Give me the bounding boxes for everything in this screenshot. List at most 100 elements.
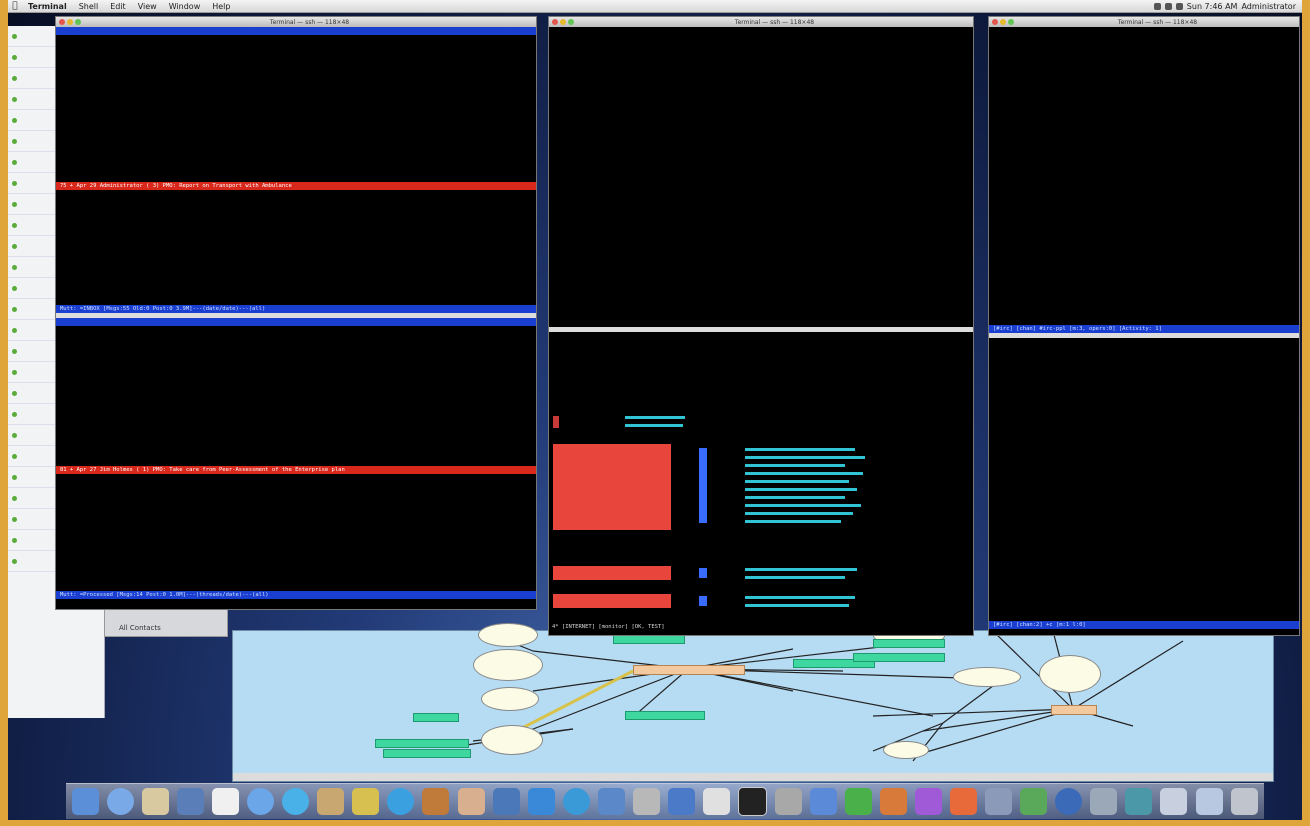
graph-hub-node[interactable] xyxy=(1051,705,1097,715)
menu-clock[interactable]: Sun 7:46 AM xyxy=(1187,2,1238,11)
mail-row[interactable] xyxy=(56,424,536,431)
mail-row[interactable] xyxy=(56,98,536,105)
mail-row[interactable] xyxy=(56,119,536,126)
mail-row[interactable] xyxy=(56,445,536,452)
terminal-icon[interactable] xyxy=(737,787,767,816)
graph-node[interactable] xyxy=(481,725,543,755)
photos-icon[interactable] xyxy=(317,788,345,815)
menu-view[interactable]: View xyxy=(132,2,163,11)
minimize-icon[interactable] xyxy=(1000,19,1006,25)
selected-mail-row[interactable]: 81 + Apr 27 Jim Holmes ( 1) PMO: Take ca… xyxy=(56,466,536,474)
monitor-pane[interactable]: 4* [INTERNET] [monitor] [OK, TEST] xyxy=(549,332,973,635)
mail-row[interactable] xyxy=(56,91,536,98)
mail-row[interactable] xyxy=(56,77,536,84)
mail-row[interactable] xyxy=(56,168,536,175)
irc-query-pane[interactable]: [#irc] [chan:2] +c [m:1 l:0] xyxy=(989,338,1299,635)
documents-folder-icon[interactable] xyxy=(1160,788,1188,815)
mail-row[interactable] xyxy=(56,368,536,375)
mail-row[interactable] xyxy=(56,396,536,403)
close-icon[interactable] xyxy=(552,19,558,25)
wrench-icon[interactable] xyxy=(985,788,1013,815)
graph-leaf-node[interactable] xyxy=(853,653,945,662)
star-icon[interactable] xyxy=(352,788,380,815)
mail-row[interactable] xyxy=(56,140,536,147)
graph-leaf-node[interactable] xyxy=(383,749,471,758)
terminal-window-irc[interactable]: Terminal — ssh — 118×48 [#irc] [chan] #i… xyxy=(988,16,1300,636)
mail-row[interactable] xyxy=(56,340,536,347)
photo-booth-icon[interactable] xyxy=(492,788,520,815)
preview-icon[interactable] xyxy=(457,788,485,815)
graph-node[interactable] xyxy=(1039,655,1101,693)
mail-row[interactable] xyxy=(56,49,536,56)
mail-row[interactable] xyxy=(56,347,536,354)
graph-node[interactable] xyxy=(481,687,539,711)
mail-row[interactable] xyxy=(56,382,536,389)
mail-row[interactable] xyxy=(56,375,536,382)
graph-leaf-node[interactable] xyxy=(375,739,469,748)
mail-row[interactable] xyxy=(56,105,536,112)
graph-node[interactable] xyxy=(953,667,1021,687)
mail-row[interactable] xyxy=(56,133,536,140)
zoom-icon[interactable] xyxy=(568,19,574,25)
graph-node[interactable] xyxy=(478,623,538,647)
mail-row[interactable] xyxy=(56,154,536,161)
battery-icon[interactable] xyxy=(1175,2,1183,10)
guitar-icon[interactable] xyxy=(422,788,450,815)
pages-icon[interactable] xyxy=(667,788,695,815)
mail-row[interactable] xyxy=(56,84,536,91)
mail-row[interactable] xyxy=(56,459,536,466)
safari-icon[interactable] xyxy=(247,788,275,815)
zoom-icon[interactable] xyxy=(1008,19,1014,25)
finder-icon[interactable] xyxy=(72,788,99,815)
image-icon[interactable] xyxy=(177,788,205,815)
close-icon[interactable] xyxy=(59,19,65,25)
screen-sharing-icon[interactable] xyxy=(1125,788,1153,815)
mail-row[interactable] xyxy=(56,354,536,361)
word-icon[interactable] xyxy=(809,788,837,815)
app-store-icon[interactable] xyxy=(527,788,555,815)
calendar-icon[interactable] xyxy=(212,788,240,815)
mail-index-pane-2[interactable]: 81 + Apr 27 Jim Holmes ( 1) PMO: Take ca… xyxy=(56,318,536,609)
ichat-icon[interactable] xyxy=(107,788,135,815)
presentation-icon[interactable] xyxy=(950,788,978,815)
menu-help[interactable]: Help xyxy=(206,2,236,11)
network-icon[interactable] xyxy=(597,788,625,815)
terminal-window-mail[interactable]: Terminal — ssh — 118×48 75 + Apr 29 Admi… xyxy=(55,16,537,610)
stamp-icon[interactable] xyxy=(142,788,170,815)
menu-shell[interactable]: Shell xyxy=(73,2,105,11)
irc-channel-pane[interactable]: [#irc] [chan] #irc-ppl [m:3, opers:0] [A… xyxy=(989,27,1299,333)
terminal-window-monitor[interactable]: Terminal — ssh — 118×48 4* [INTERNET] [m… xyxy=(548,16,974,636)
mail-row[interactable] xyxy=(56,112,536,119)
downloads-folder-icon[interactable] xyxy=(1195,788,1223,815)
graph-node[interactable] xyxy=(883,741,929,759)
mail-row[interactable] xyxy=(56,42,536,49)
disk-utility-icon[interactable] xyxy=(1090,788,1118,815)
graph-node[interactable] xyxy=(473,649,543,681)
apple-icon[interactable]:  xyxy=(8,1,22,11)
dvd-icon[interactable] xyxy=(387,788,415,815)
excel-icon[interactable] xyxy=(845,788,873,815)
mail-row[interactable] xyxy=(56,147,536,154)
graph-leaf-node[interactable] xyxy=(413,713,459,722)
graph-leaf-node[interactable] xyxy=(873,639,945,648)
mail-row[interactable] xyxy=(56,417,536,424)
mail-row[interactable] xyxy=(56,431,536,438)
itunes-icon[interactable] xyxy=(282,788,310,815)
mail-row[interactable] xyxy=(56,70,536,77)
mail-row[interactable] xyxy=(56,438,536,445)
mail-row[interactable] xyxy=(56,452,536,459)
menu-edit[interactable]: Edit xyxy=(104,2,132,11)
onenote-icon[interactable] xyxy=(915,788,943,815)
mail-row[interactable] xyxy=(56,175,536,182)
volume-icon[interactable] xyxy=(1164,2,1172,10)
host-table-pane[interactable] xyxy=(549,27,973,327)
mail-row[interactable] xyxy=(56,35,536,42)
mail-row[interactable] xyxy=(56,326,536,333)
activity-monitor-icon[interactable] xyxy=(1020,788,1048,815)
mail-row[interactable] xyxy=(56,410,536,417)
mail-row[interactable] xyxy=(56,333,536,340)
mail-index-pane[interactable]: 75 + Apr 29 Administrator ( 3) PMO: Repo… xyxy=(56,27,536,313)
keychain-icon[interactable] xyxy=(774,788,802,815)
network-graph-window[interactable] xyxy=(232,623,1274,782)
menu-window[interactable]: Window xyxy=(163,2,207,11)
